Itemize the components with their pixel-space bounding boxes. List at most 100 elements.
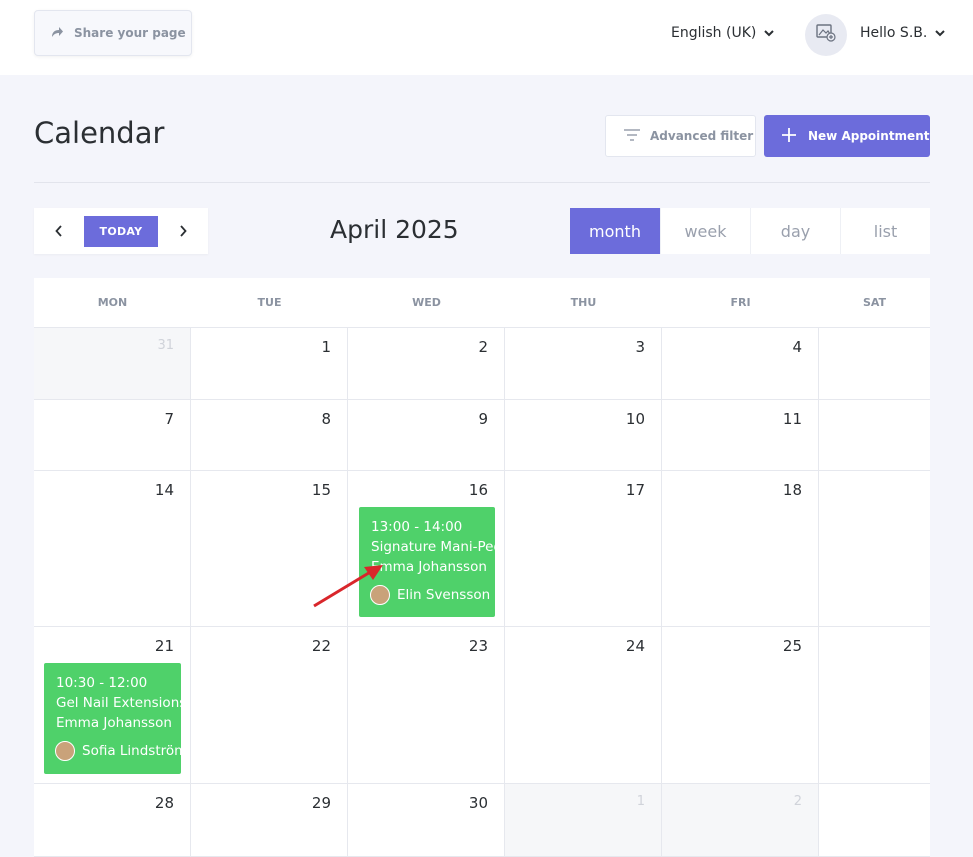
event-service: Signature Mani-Pedi: [371, 539, 495, 555]
day-cell[interactable]: 10: [505, 400, 662, 471]
day-cell[interactable]: 1: [191, 328, 348, 400]
plus-icon: [782, 127, 796, 145]
date-navigation: TODAY: [34, 208, 208, 254]
day-number: 25: [782, 637, 802, 655]
new-appointment-label: New Appointment: [808, 129, 930, 143]
profile-image-icon: [816, 24, 836, 46]
day-number: 28: [154, 794, 174, 812]
event-staff: Sofia Lindström: [55, 741, 181, 761]
day-cell[interactable]: 25: [662, 627, 819, 784]
next-button[interactable]: [158, 208, 208, 254]
weekday-label: SAT: [862, 296, 887, 309]
weekday-label: THU: [570, 296, 597, 309]
day-number: 21: [154, 637, 174, 655]
chevron-down-icon: [935, 25, 946, 41]
day-cell[interactable]: 15: [191, 471, 348, 627]
day-cell[interactable]: 9: [348, 400, 505, 471]
view-list-button[interactable]: list: [840, 208, 930, 254]
divider: [34, 182, 930, 183]
day-number: 1: [636, 794, 645, 809]
day-number: 9: [478, 410, 488, 428]
view-day-button[interactable]: day: [750, 208, 840, 254]
weekday-label: MON: [97, 296, 128, 309]
day-number: 4: [792, 338, 802, 356]
day-cell[interactable]: 11: [662, 400, 819, 471]
staff-name: Elin Svensson: [397, 587, 491, 603]
weekday-label: WED: [412, 296, 441, 309]
day-cell[interactable]: [819, 471, 930, 627]
day-number: 2: [478, 338, 488, 356]
prev-button[interactable]: [34, 208, 84, 254]
day-number: 22: [311, 637, 331, 655]
language-selector[interactable]: English (UK): [671, 25, 775, 41]
advanced-filter-button[interactable]: Advanced filter: [605, 115, 756, 157]
day-number: 16: [468, 481, 488, 499]
day-cell[interactable]: 4: [662, 328, 819, 400]
day-cell[interactable]: [819, 328, 930, 400]
day-cell[interactable]: 1: [505, 784, 662, 857]
user-menu[interactable]: Hello S.B.: [860, 25, 946, 41]
event-client: Emma Johansson: [371, 559, 487, 575]
day-number: 3: [635, 338, 645, 356]
day-cell[interactable]: 30: [348, 784, 505, 857]
day-cell[interactable]: 2: [348, 328, 505, 400]
new-appointment-button[interactable]: New Appointment: [764, 115, 930, 157]
day-cell[interactable]: 17: [505, 471, 662, 627]
filter-icon: [624, 128, 640, 144]
month-calendar: MON TUE WED THU FRI SAT 31 1 2 3 4 7 8 9 10 11 14 15 16 17…: [34, 278, 930, 857]
day-cell[interactable]: 2: [662, 784, 819, 857]
share-page-button[interactable]: Share your page: [34, 10, 192, 56]
staff-avatar: [55, 741, 75, 761]
day-number: 10: [625, 410, 645, 428]
day-cell[interactable]: 24: [505, 627, 662, 784]
appointment-event[interactable]: 10:30 - 12:00 Gel Nail Extensions Emma Joh…: [44, 663, 181, 774]
day-number: 2: [793, 794, 802, 809]
user-avatar[interactable]: [805, 14, 847, 56]
day-number: 30: [468, 794, 488, 812]
event-time: 13:00 - 14:00: [371, 519, 463, 535]
day-cell[interactable]: 3: [505, 328, 662, 400]
weekday-header: MON TUE WED THU FRI SAT: [34, 278, 930, 328]
day-cell[interactable]: [819, 784, 930, 857]
day-cell[interactable]: 23: [348, 627, 505, 784]
day-number: 29: [311, 794, 331, 812]
event-time: 10:30 - 12:00: [56, 675, 148, 691]
today-button[interactable]: TODAY: [84, 215, 158, 247]
day-number: 11: [782, 410, 802, 428]
current-period-title: April 2025: [330, 215, 459, 244]
event-service: Gel Nail Extensions: [56, 695, 181, 711]
view-switcher: month week day list: [570, 208, 930, 254]
chevron-down-icon: [764, 25, 775, 41]
share-page-label: Share your page: [74, 26, 186, 40]
day-cell[interactable]: 14: [34, 471, 191, 627]
staff-name: Sofia Lindström: [82, 743, 181, 759]
appointment-event[interactable]: 13:00 - 14:00 Signature Mani-Pedi Emma Joh…: [359, 507, 495, 617]
day-cell[interactable]: [819, 400, 930, 471]
share-icon: [51, 26, 64, 41]
staff-avatar: [370, 585, 390, 605]
weekday-label: TUE: [257, 296, 282, 309]
day-cell[interactable]: 7: [34, 400, 191, 471]
day-number: 15: [311, 481, 331, 499]
day-number: 24: [625, 637, 645, 655]
day-number: 23: [468, 637, 488, 655]
view-month-button[interactable]: month: [570, 208, 660, 254]
view-week-button[interactable]: week: [660, 208, 750, 254]
page-title: Calendar: [34, 116, 165, 150]
day-cell[interactable]: 18: [662, 471, 819, 627]
user-greeting: Hello S.B.: [860, 25, 928, 41]
day-cell[interactable]: [819, 627, 930, 784]
day-number: 8: [321, 410, 331, 428]
event-client: Emma Johansson: [56, 715, 172, 731]
top-bar: Share your page English (UK) Hello S.B.: [0, 0, 973, 75]
day-cell[interactable]: 8: [191, 400, 348, 471]
day-number: 14: [154, 481, 174, 499]
day-cell[interactable]: 28: [34, 784, 191, 857]
day-cell[interactable]: 31: [34, 328, 191, 400]
day-number: 18: [782, 481, 802, 499]
advanced-filter-label: Advanced filter: [650, 129, 754, 143]
day-number: 31: [157, 338, 174, 353]
day-cell[interactable]: 29: [191, 784, 348, 857]
day-cell[interactable]: 22: [191, 627, 348, 784]
chevron-left-icon: [55, 222, 63, 241]
